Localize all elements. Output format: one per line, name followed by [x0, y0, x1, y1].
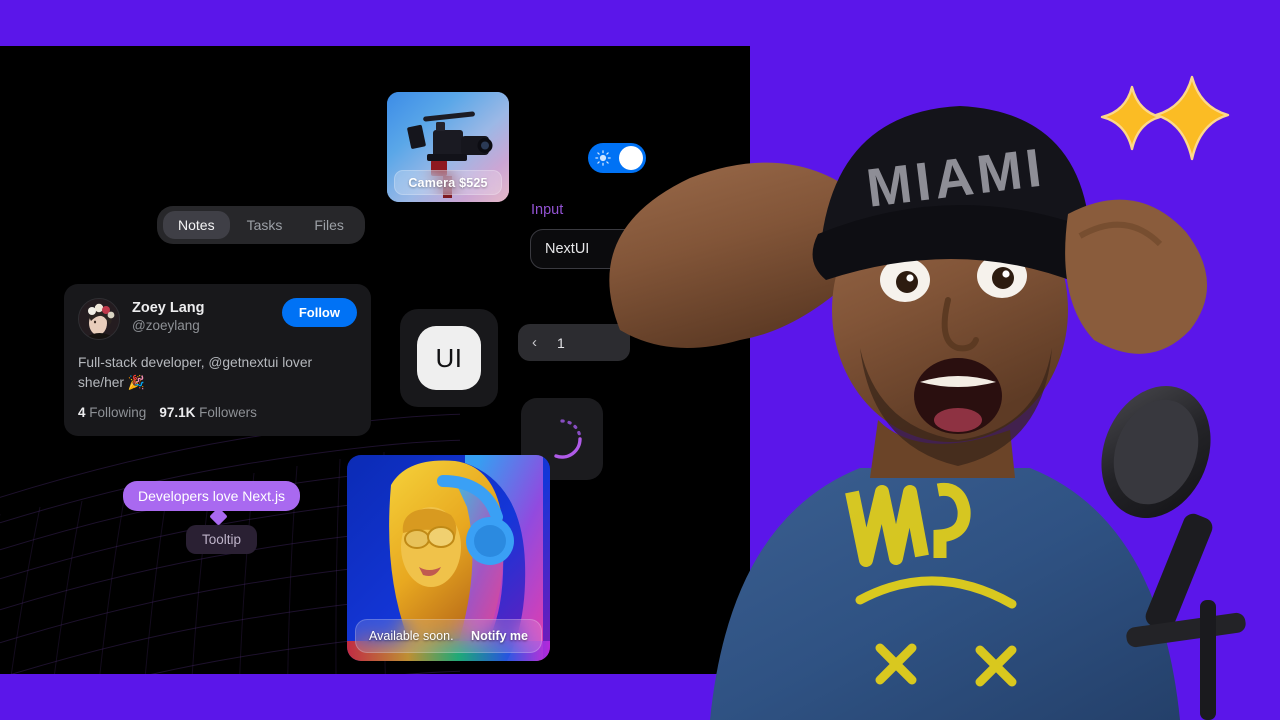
tab-notes[interactable]: Notes: [163, 211, 230, 239]
user-name: Zoey Lang: [132, 300, 205, 316]
following-label: Following: [89, 404, 147, 420]
followers-count: 97.1K: [159, 404, 196, 420]
user-card-header: Zoey Lang @zoeylang Follow: [78, 298, 357, 340]
user-stats: 4 Following 97.1K Followers: [78, 405, 357, 420]
user-handle: @zoeylang: [132, 318, 200, 334]
sparkle-stars: [1100, 75, 1230, 161]
user-name-block: Zoey Lang @zoeylang: [132, 298, 282, 335]
tab-files[interactable]: Files: [299, 211, 359, 239]
notify-me-button[interactable]: Notify me: [471, 629, 528, 643]
tab-tasks[interactable]: Tasks: [232, 211, 298, 239]
tooltip-trigger-button[interactable]: Tooltip: [186, 525, 258, 554]
screenshot-stage: Notes Tasks Files Zoey Lang @zoeylang Fo…: [0, 0, 1280, 720]
following-count: 4: [78, 404, 86, 420]
follow-button[interactable]: Follow: [281, 298, 357, 327]
album-card[interactable]: Available soon. Notify me: [347, 455, 550, 661]
followers-label: Followers: [199, 404, 257, 420]
user-profile-card: Zoey Lang @zoeylang Follow Full-stack de…: [64, 284, 371, 436]
avatar: [78, 298, 120, 340]
album-availability-message: Available soon.: [369, 629, 454, 643]
ui-logo-text: UI: [417, 326, 481, 390]
tabs-group[interactable]: Notes Tasks Files: [157, 206, 365, 244]
camera-product-card[interactable]: Camera $525: [387, 92, 509, 202]
tooltip-bubble: Developers love Next.js: [123, 481, 301, 511]
album-footer: Available soon. Notify me: [355, 619, 542, 653]
chevron-left-icon[interactable]: ‹: [528, 335, 541, 350]
ui-avatar-card: UI: [400, 309, 498, 407]
camera-caption: Camera $525: [394, 170, 502, 195]
user-bio: Full-stack developer, @getnextui lover s…: [78, 355, 313, 391]
input-label: Input: [531, 202, 564, 218]
